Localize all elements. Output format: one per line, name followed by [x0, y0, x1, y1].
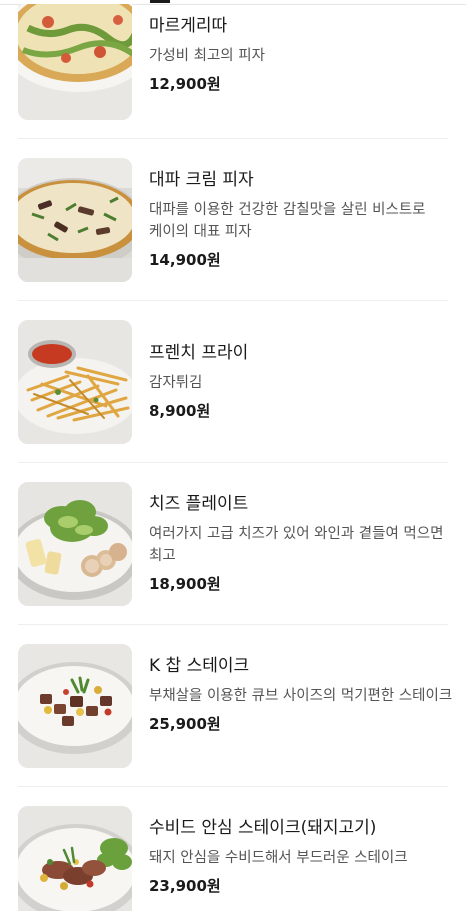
menu-item[interactable]: 치즈 플레이트 여러가지 고급 치즈가 있어 와인과 곁들여 먹으면 최고 18…: [0, 463, 466, 625]
menu-item-name: K 찹 스테이크: [149, 656, 250, 676]
menu-item[interactable]: 프렌치 프라이 감자튀김 8,900원: [0, 301, 466, 463]
green-onion-cream-pizza-image: [18, 158, 132, 282]
cheese-plate-icon: [18, 482, 132, 606]
chop-steak-icon: [18, 644, 132, 768]
sous-vide-pork-steak-image: [18, 806, 132, 911]
menu-item-description: 돼지 안심을 수비드해서 부드러운 스테이크: [149, 850, 408, 866]
chop-steak-image: [18, 644, 132, 768]
margherita-pizza-icon: [18, 4, 132, 120]
menu-item-description: 부채살을 이용한 큐브 사이즈의 먹기편한 스테이크: [149, 688, 453, 704]
cheese-plate-image: [18, 482, 132, 606]
menu-item-name: 마르게리따: [149, 16, 228, 36]
menu-item-description: 가성비 최고의 피자: [149, 48, 265, 64]
menu-item-description: 여러가지 고급 치즈가 있어 와인과 곁들여 먹으면 최고: [149, 526, 444, 564]
menu-item-price: 12,900원: [149, 75, 221, 93]
menu-item-name: 프렌치 프라이: [149, 343, 249, 363]
menu-item-description: 감자튀김: [149, 375, 203, 391]
sous-vide-pork-steak-icon: [18, 806, 132, 911]
menu-item-price: 25,900원: [149, 715, 221, 733]
menu-item[interactable]: 대파 크림 피자 대파를 이용한 건강한 감칠맛을 살린 비스트로 케이의 대표…: [0, 139, 466, 301]
menu-item-name: 치즈 플레이트: [149, 494, 249, 514]
french-fries-icon: [18, 320, 132, 444]
menu-item-description: 대파를 이용한 건강한 감칠맛을 살린 비스트로 케이의 대표 피자: [149, 202, 426, 240]
menu-page: 마르게리따 가성비 최고의 피자 12,900원 대파 크림 피자 대파를 이용…: [0, 0, 466, 911]
menu-item-price: 14,900원: [149, 251, 221, 269]
menu-item-price: 23,900원: [149, 877, 221, 895]
margherita-pizza-image: [18, 4, 132, 120]
menu-item[interactable]: 수비드 안심 스테이크(돼지고기) 돼지 안심을 수비드해서 부드러운 스테이크…: [0, 787, 466, 911]
menu-item-price: 8,900원: [149, 402, 211, 420]
french-fries-image: [18, 320, 132, 444]
menu-item[interactable]: K 찹 스테이크 부채살을 이용한 큐브 사이즈의 먹기편한 스테이크 25,9…: [0, 625, 466, 787]
menu-item-price: 18,900원: [149, 575, 221, 593]
green-onion-cream-pizza-icon: [18, 158, 132, 282]
menu-item-name: 수비드 안심 스테이크(돼지고기): [149, 818, 377, 838]
menu-item-name: 대파 크림 피자: [149, 170, 254, 190]
menu-item[interactable]: 마르게리따 가성비 최고의 피자 12,900원: [0, 0, 466, 139]
